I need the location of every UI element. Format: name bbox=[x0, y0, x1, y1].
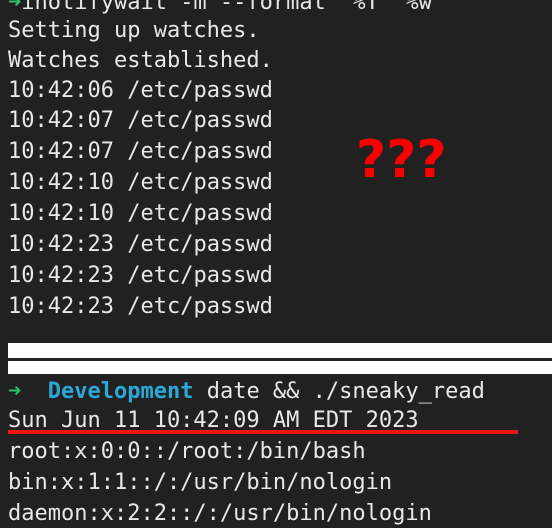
watch-event-row: 10:42:07 /etc/passwd bbox=[8, 137, 273, 167]
event-time: 10:42:23 bbox=[8, 294, 114, 319]
event-path: /etc/passwd bbox=[127, 263, 273, 288]
event-path: /etc/passwd bbox=[127, 108, 273, 133]
terminal-window[interactable]: ➜inotifywait -m --format '%T' %w Setting… bbox=[0, 0, 552, 528]
event-time: 10:42:07 bbox=[8, 139, 114, 164]
event-path: /etc/passwd bbox=[127, 78, 273, 103]
event-path: /etc/passwd bbox=[127, 170, 273, 195]
watch-event-row: 10:42:23 /etc/passwd bbox=[8, 261, 273, 291]
watch-established-line: Watches established. bbox=[8, 48, 273, 73]
event-time: 10:42:10 bbox=[8, 201, 114, 226]
separator-bar-top bbox=[8, 343, 552, 358]
watch-event-row: 10:42:07 /etc/passwd bbox=[8, 106, 273, 136]
clipped-command-text: inotifywait -m --format '%T' %w bbox=[21, 0, 432, 15]
watch-event-row: 10:42:06 /etc/passwd bbox=[8, 76, 273, 106]
event-time: 10:42:23 bbox=[8, 232, 114, 257]
passwd-line: root:x:0:0::/root:/bin/bash bbox=[8, 439, 366, 464]
watch-event-row: 10:42:10 /etc/passwd bbox=[8, 199, 273, 229]
date-underline-annotation bbox=[8, 430, 518, 434]
prompt-arrow-icon: ➜ bbox=[8, 0, 22, 15]
event-time: 10:42:23 bbox=[8, 263, 114, 288]
event-path: /etc/passwd bbox=[127, 139, 273, 164]
prompt-directory: Development bbox=[47, 379, 194, 404]
watch-setting-up-line: Setting up watches. bbox=[8, 18, 260, 43]
event-path: /etc/passwd bbox=[127, 232, 273, 257]
passwd-line: daemon:x:2:2::/:/usr/bin/nologin bbox=[8, 501, 432, 526]
passwd-line: bin:x:1:1::/:/usr/bin/nologin bbox=[8, 470, 393, 495]
watch-event-row: 10:42:23 /etc/passwd bbox=[8, 292, 273, 322]
separator-bar-bottom bbox=[8, 361, 552, 374]
shell-prompt-line[interactable]: ➜ Development date && ./sneaky_read bbox=[8, 377, 485, 407]
event-path: /etc/passwd bbox=[127, 201, 273, 226]
event-time: 10:42:10 bbox=[8, 170, 114, 195]
prompt-command[interactable]: date && ./sneaky_read bbox=[207, 379, 485, 404]
question-marks-annotation: ??? bbox=[356, 130, 447, 190]
prompt-arrow-icon: ➜ bbox=[8, 379, 22, 404]
event-time: 10:42:07 bbox=[8, 108, 114, 133]
event-time: 10:42:06 bbox=[8, 78, 114, 103]
watch-event-row: 10:42:10 /etc/passwd bbox=[8, 168, 273, 198]
event-path: /etc/passwd bbox=[127, 294, 273, 319]
watch-event-row: 10:42:23 /etc/passwd bbox=[8, 230, 273, 260]
